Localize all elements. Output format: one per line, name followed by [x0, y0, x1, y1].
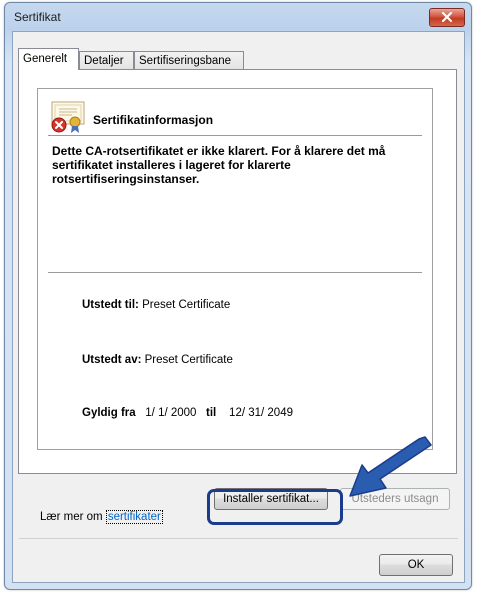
tab-detaljer[interactable]: Detaljer: [79, 51, 134, 69]
tab-sertifiseringsbane[interactable]: Sertifiseringsbane: [134, 51, 244, 69]
tab-panel-general: Sertifikatinformasjon Dette CA-rotsertif…: [18, 69, 457, 474]
title-bar[interactable]: Sertifikat: [5, 3, 471, 31]
divider: [48, 272, 422, 273]
valid-from-value: 1/ 1/ 2000: [145, 407, 197, 419]
ok-button[interactable]: OK: [379, 554, 453, 576]
install-button-highlight: [207, 489, 343, 525]
valid-to-value: 12/ 31/ 2049: [229, 407, 293, 419]
tab-generelt[interactable]: Generelt: [18, 48, 79, 70]
window-title: Sertifikat: [14, 10, 61, 24]
close-icon: [441, 12, 453, 22]
learn-more-prefix: Lær mer om: [40, 511, 103, 523]
issued-by-value: Preset Certificate: [144, 354, 233, 366]
issued-to-row: Utstedt til: Preset Certificate: [82, 299, 230, 311]
certificate-dialog: Sertifikat Generelt Detaljer Sertifiseri…: [4, 2, 472, 590]
issued-by-label: Utstedt av:: [82, 354, 142, 366]
certificates-link[interactable]: sertifikater: [105, 510, 163, 524]
trust-warning-text: Dette CA-rotsertifikatet er ikke klarert…: [52, 144, 386, 186]
issued-to-value: Preset Certificate: [142, 299, 231, 311]
valid-from-label: Gyldig fra: [82, 407, 136, 419]
learn-more-row: Lær mer om sertifikater: [40, 510, 163, 524]
certificate-info-box: Sertifikatinformasjon Dette CA-rotsertif…: [37, 88, 433, 450]
footer-divider: [19, 538, 458, 539]
issued-to-label: Utstedt til:: [82, 299, 139, 311]
valid-to-label: til: [206, 407, 217, 419]
issued-by-row: Utstedt av: Preset Certificate: [82, 354, 233, 366]
certificate-error-icon: [51, 101, 85, 133]
divider: [48, 135, 422, 136]
pointer-arrow-icon: [349, 436, 432, 497]
close-button[interactable]: [429, 8, 465, 27]
info-title: Sertifikatinformasjon: [93, 113, 214, 127]
validity-row: Gyldig fra 1/ 1/ 2000 til 12/ 31/ 2049: [82, 407, 293, 419]
dialog-client-area: Generelt Detaljer Sertifiseringsbane Ser…: [12, 31, 465, 583]
